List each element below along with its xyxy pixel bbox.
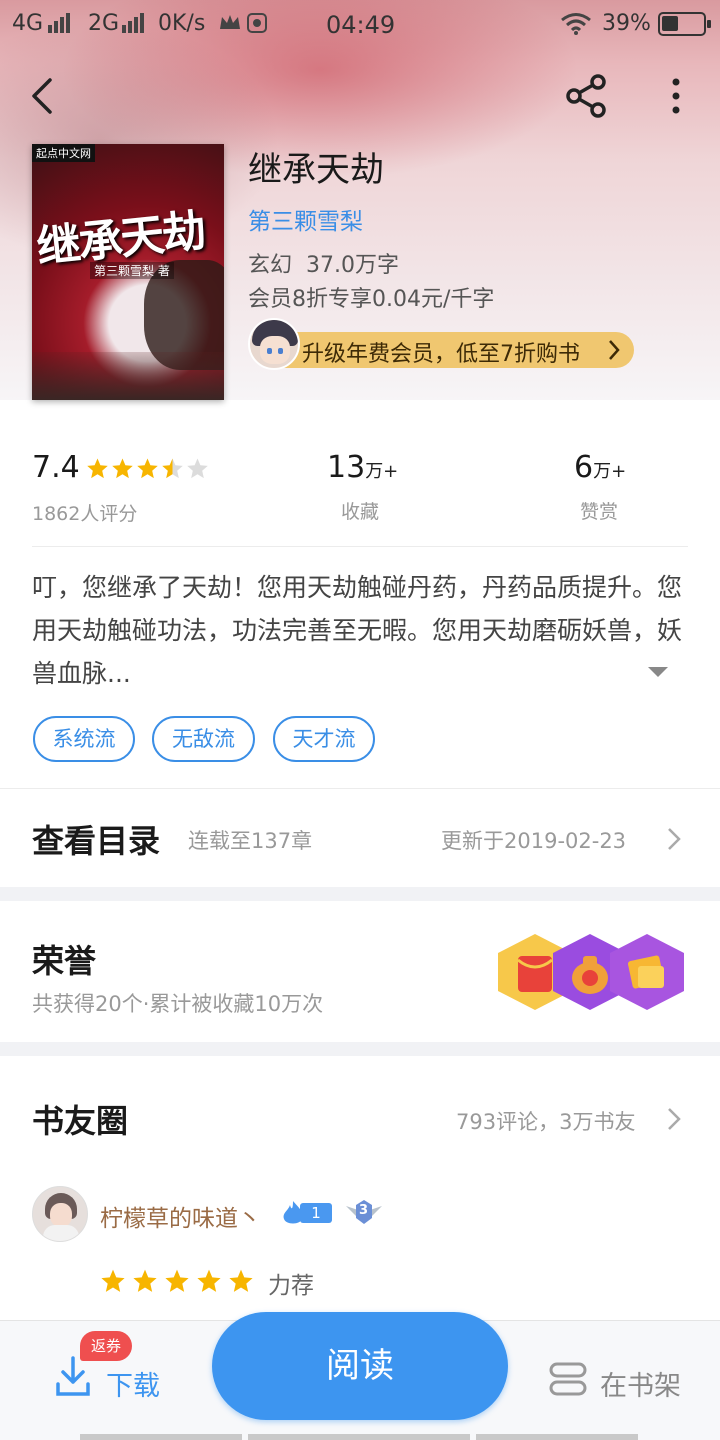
battery-icon [658,12,711,36]
more-button[interactable] [664,76,688,120]
tag-system[interactable]: 系统流 [33,716,135,762]
post-username[interactable]: 柠檬草的味道丶 [100,1199,261,1233]
expand-description-button[interactable] [648,664,668,683]
star-icon [111,457,133,479]
divider [32,546,688,547]
tips-label: 赞赏 [580,501,619,523]
download-label: 下载 [106,1371,160,1402]
star-icon [161,457,183,479]
star-icon [100,1268,126,1298]
cover-author: 第三颗雪梨 著 [90,262,174,279]
tips-count: 6万+ [574,450,627,485]
rating-score: 7.4 [32,450,80,485]
book-description[interactable]: 叮，您继承了天劫！您用天劫触碰丹药，丹药品质提升。您用天劫触碰功法，功法完善至无… [32,566,692,695]
book-title: 继承天劫 [248,150,384,190]
nav-indicator [476,1434,638,1440]
download-icon [56,1356,90,1396]
nav-indicator [80,1434,242,1440]
member-price: 会员8折专享0.04元/千字 [248,287,495,312]
app-notification-icon [246,12,268,40]
avatar[interactable] [32,1186,88,1242]
star-icon [86,457,108,479]
nav-indicator [248,1434,470,1440]
honor-summary: 共获得20个·累计被收藏10万次 [32,992,324,1016]
rating-count: 1862人评分 [32,503,138,525]
on-shelf-label: 在书架 [600,1371,681,1402]
back-button[interactable] [22,74,62,122]
on-shelf-button[interactable]: 在书架 [548,1356,688,1406]
wifi-icon [560,12,592,42]
favorites-count: 13万+ [327,450,399,485]
circle-title: 书友圈 [32,1102,129,1140]
signal-icon-2 [122,13,146,39]
star-icon [186,457,208,479]
book-cover[interactable]: 起点中文网 继承天劫 第三颗雪梨 著 [32,144,224,400]
post-rating-stars [100,1268,260,1298]
clock: 04:49 [326,11,396,39]
rank-badge-icon: 3 [344,1198,384,1228]
vip-banner-text: 升级年费会员，低至7折购书 [302,342,580,367]
vip-mascot-avatar [248,318,300,370]
chevron-right-icon [668,1108,681,1130]
battery-level-fill [662,16,678,31]
network-label-4g: 4G [12,11,44,36]
rating-stars [86,457,211,484]
status-bar: 4G 2G 0K/s 04:49 39% [0,0,720,52]
star-icon [164,1268,190,1298]
tag-invincible[interactable]: 无敌流 [152,716,255,762]
vip-upgrade-banner[interactable]: 升级年费会员，低至7折购书 [252,332,634,368]
share-button[interactable] [564,74,612,122]
circle-summary: 793评论，3万书友 [456,1110,636,1134]
star-icon [228,1268,254,1298]
share-icon [566,74,606,118]
catalog-updated: 更新于2019-02-23 [441,829,627,853]
star-icon [196,1268,222,1298]
post-rating-label: 力荐 [268,1273,314,1299]
catalog-title: 查看目录 [32,822,161,860]
author-link[interactable]: 第三颗雪梨 [248,202,363,236]
fan-level-badge: 1 [280,1199,332,1225]
section-gap [0,1042,720,1056]
crown-icon [218,12,242,38]
chevron-right-icon [609,340,620,360]
honor-title: 荣誉 [32,942,97,980]
bookshelf-icon [549,1362,587,1396]
tag-genius[interactable]: 天才流 [273,716,375,762]
network-speed: 0K/s [158,11,206,36]
favorites-label: 收藏 [341,501,380,523]
back-arrow-icon [32,78,52,114]
coupon-badge: 返券 [80,1331,132,1361]
genre-word-count: 玄幻 37.0万字 [248,253,399,278]
more-vertical-icon [672,78,680,114]
circle-more-link[interactable]: 793评论，3万书友 [440,1096,690,1146]
star-icon [136,457,158,479]
caret-down-icon [648,667,668,677]
signal-icon [48,13,72,39]
read-button[interactable]: 阅读 [212,1312,508,1420]
battery-percent: 39% [602,11,651,36]
network-label-2g: 2G [88,11,120,36]
catalog-progress: 连载至137章 [188,829,313,853]
chevron-right-icon [668,828,681,850]
star-icon [132,1268,158,1298]
cover-publisher: 起点中文网 [32,144,95,162]
section-gap [0,887,720,901]
